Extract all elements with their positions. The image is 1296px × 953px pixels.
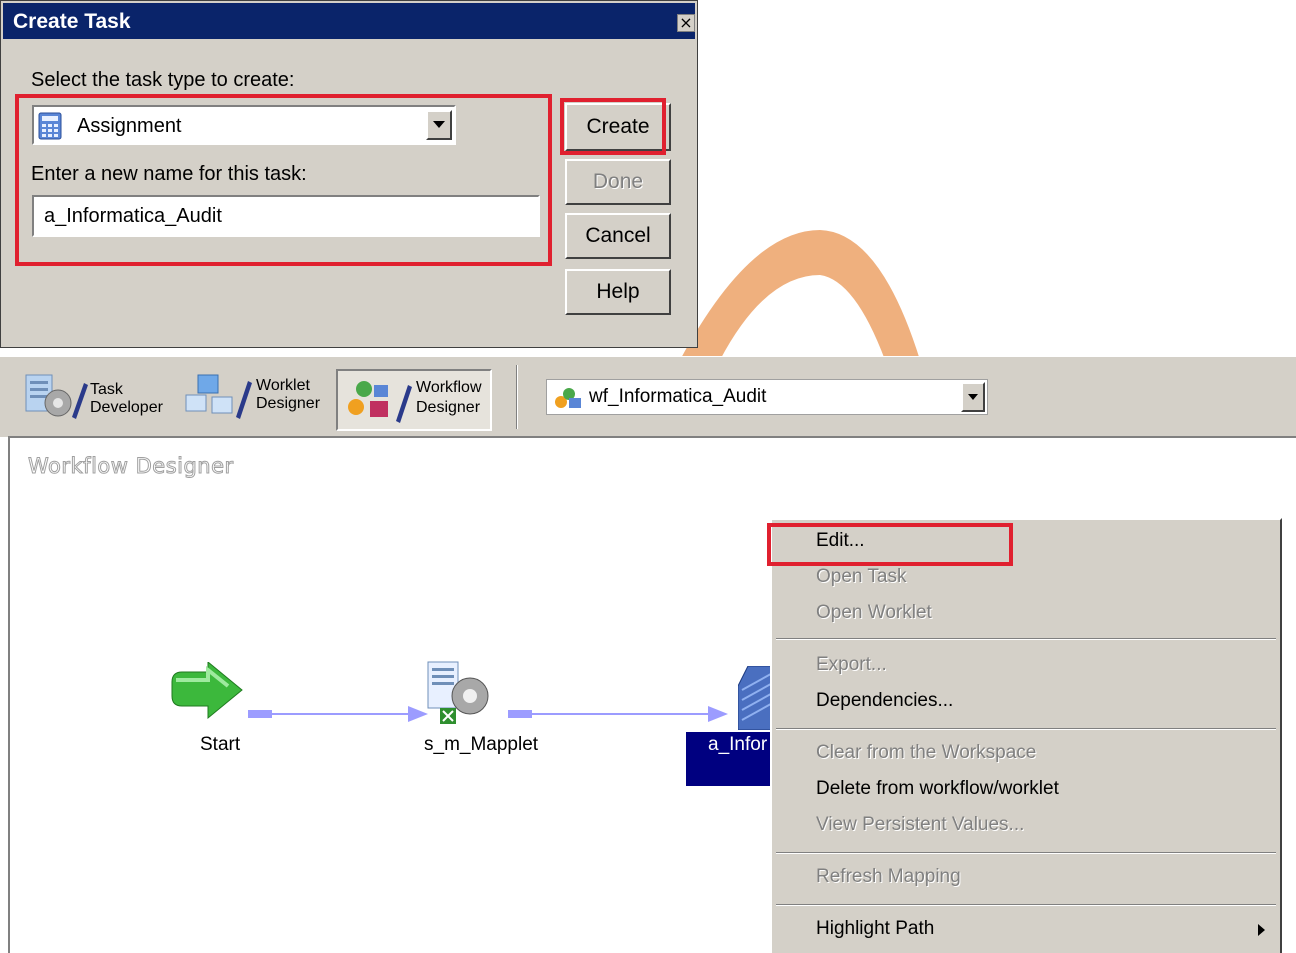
workflow-select-value: wf_Informatica_Audit: [589, 386, 767, 407]
help-button[interactable]: Help: [565, 269, 671, 315]
menu-item-export[interactable]: Export...: [816, 654, 887, 676]
highlight-box-create: [560, 98, 666, 155]
menu-item-view-persistent-values[interactable]: View Persistent Values...: [816, 814, 1024, 836]
session-icon: [427, 661, 489, 724]
worklet-designer-label-line2: Designer: [256, 395, 321, 412]
menu-item-open-task[interactable]: Open Task: [816, 566, 906, 588]
task-developer-icon: [25, 374, 88, 419]
session-label: s_m_Mapplet: [424, 734, 539, 755]
worklet-designer-button[interactable]: Worklet Designer: [178, 367, 328, 427]
submenu-arrow-icon: [1258, 924, 1265, 936]
start-arrow-icon: [171, 662, 243, 720]
chevron-down-icon: [968, 394, 978, 400]
create-task-dialog: Create Task × Select the task type to cr…: [0, 0, 698, 348]
start-label: Start: [200, 734, 241, 755]
menu-item-refresh-mapping[interactable]: Refresh Mapping: [816, 866, 961, 888]
workflow-designer-label-line2: Designer: [416, 399, 481, 416]
assignment-node[interactable]: a_Infor: [686, 666, 782, 786]
menu-separator: [776, 728, 1276, 730]
designer-toolbar: Task Developer Worklet Designer Workflow…: [0, 356, 1296, 437]
workflow-designer-label-line1: Workflow: [416, 379, 482, 396]
context-menu: Edit... Open Task Open Worklet Export...…: [770, 518, 1282, 953]
task-developer-label-line1: Task: [90, 381, 123, 398]
menu-separator: [776, 638, 1276, 640]
assignment-label: a_Infor: [708, 734, 768, 755]
task-developer-label-line2: Developer: [90, 399, 163, 416]
workflow-select-arrow[interactable]: [961, 382, 985, 412]
task-type-label: Select the task type to create:: [31, 69, 295, 91]
menu-item-clear-workspace[interactable]: Clear from the Workspace: [816, 742, 1036, 764]
menu-item-highlight-path[interactable]: Highlight Path: [816, 918, 934, 940]
task-developer-button[interactable]: Task Developer: [20, 367, 170, 427]
menu-separator: [776, 904, 1276, 906]
workflow-designer-icon: [348, 381, 412, 423]
workflow-select[interactable]: wf_Informatica_Audit: [546, 379, 988, 415]
close-icon[interactable]: ×: [677, 14, 695, 32]
worklet-designer-icon: [185, 374, 252, 419]
toolbar-divider: [516, 365, 518, 429]
menu-separator: [776, 852, 1276, 854]
highlight-box-edit: [767, 523, 1013, 566]
done-button[interactable]: Done: [565, 159, 671, 205]
menu-item-dependencies[interactable]: Dependencies...: [816, 690, 953, 712]
dialog-title: Create Task: [13, 10, 131, 33]
workflow-designer-button[interactable]: Workflow Designer: [336, 369, 492, 431]
workflow-links: [248, 706, 728, 722]
start-node[interactable]: Start: [160, 662, 280, 762]
menu-item-open-worklet[interactable]: Open Worklet: [816, 602, 932, 624]
dialog-titlebar: Create Task ×: [3, 3, 695, 39]
worklet-designer-label-line1: Worklet: [256, 377, 310, 394]
menu-item-delete[interactable]: Delete from workflow/worklet: [816, 778, 1059, 800]
session-node[interactable]: s_m_Mapplet: [410, 658, 550, 762]
highlight-box-task-inputs: [15, 94, 552, 266]
workflow-icon: [555, 388, 581, 408]
cancel-button[interactable]: Cancel: [565, 213, 671, 259]
